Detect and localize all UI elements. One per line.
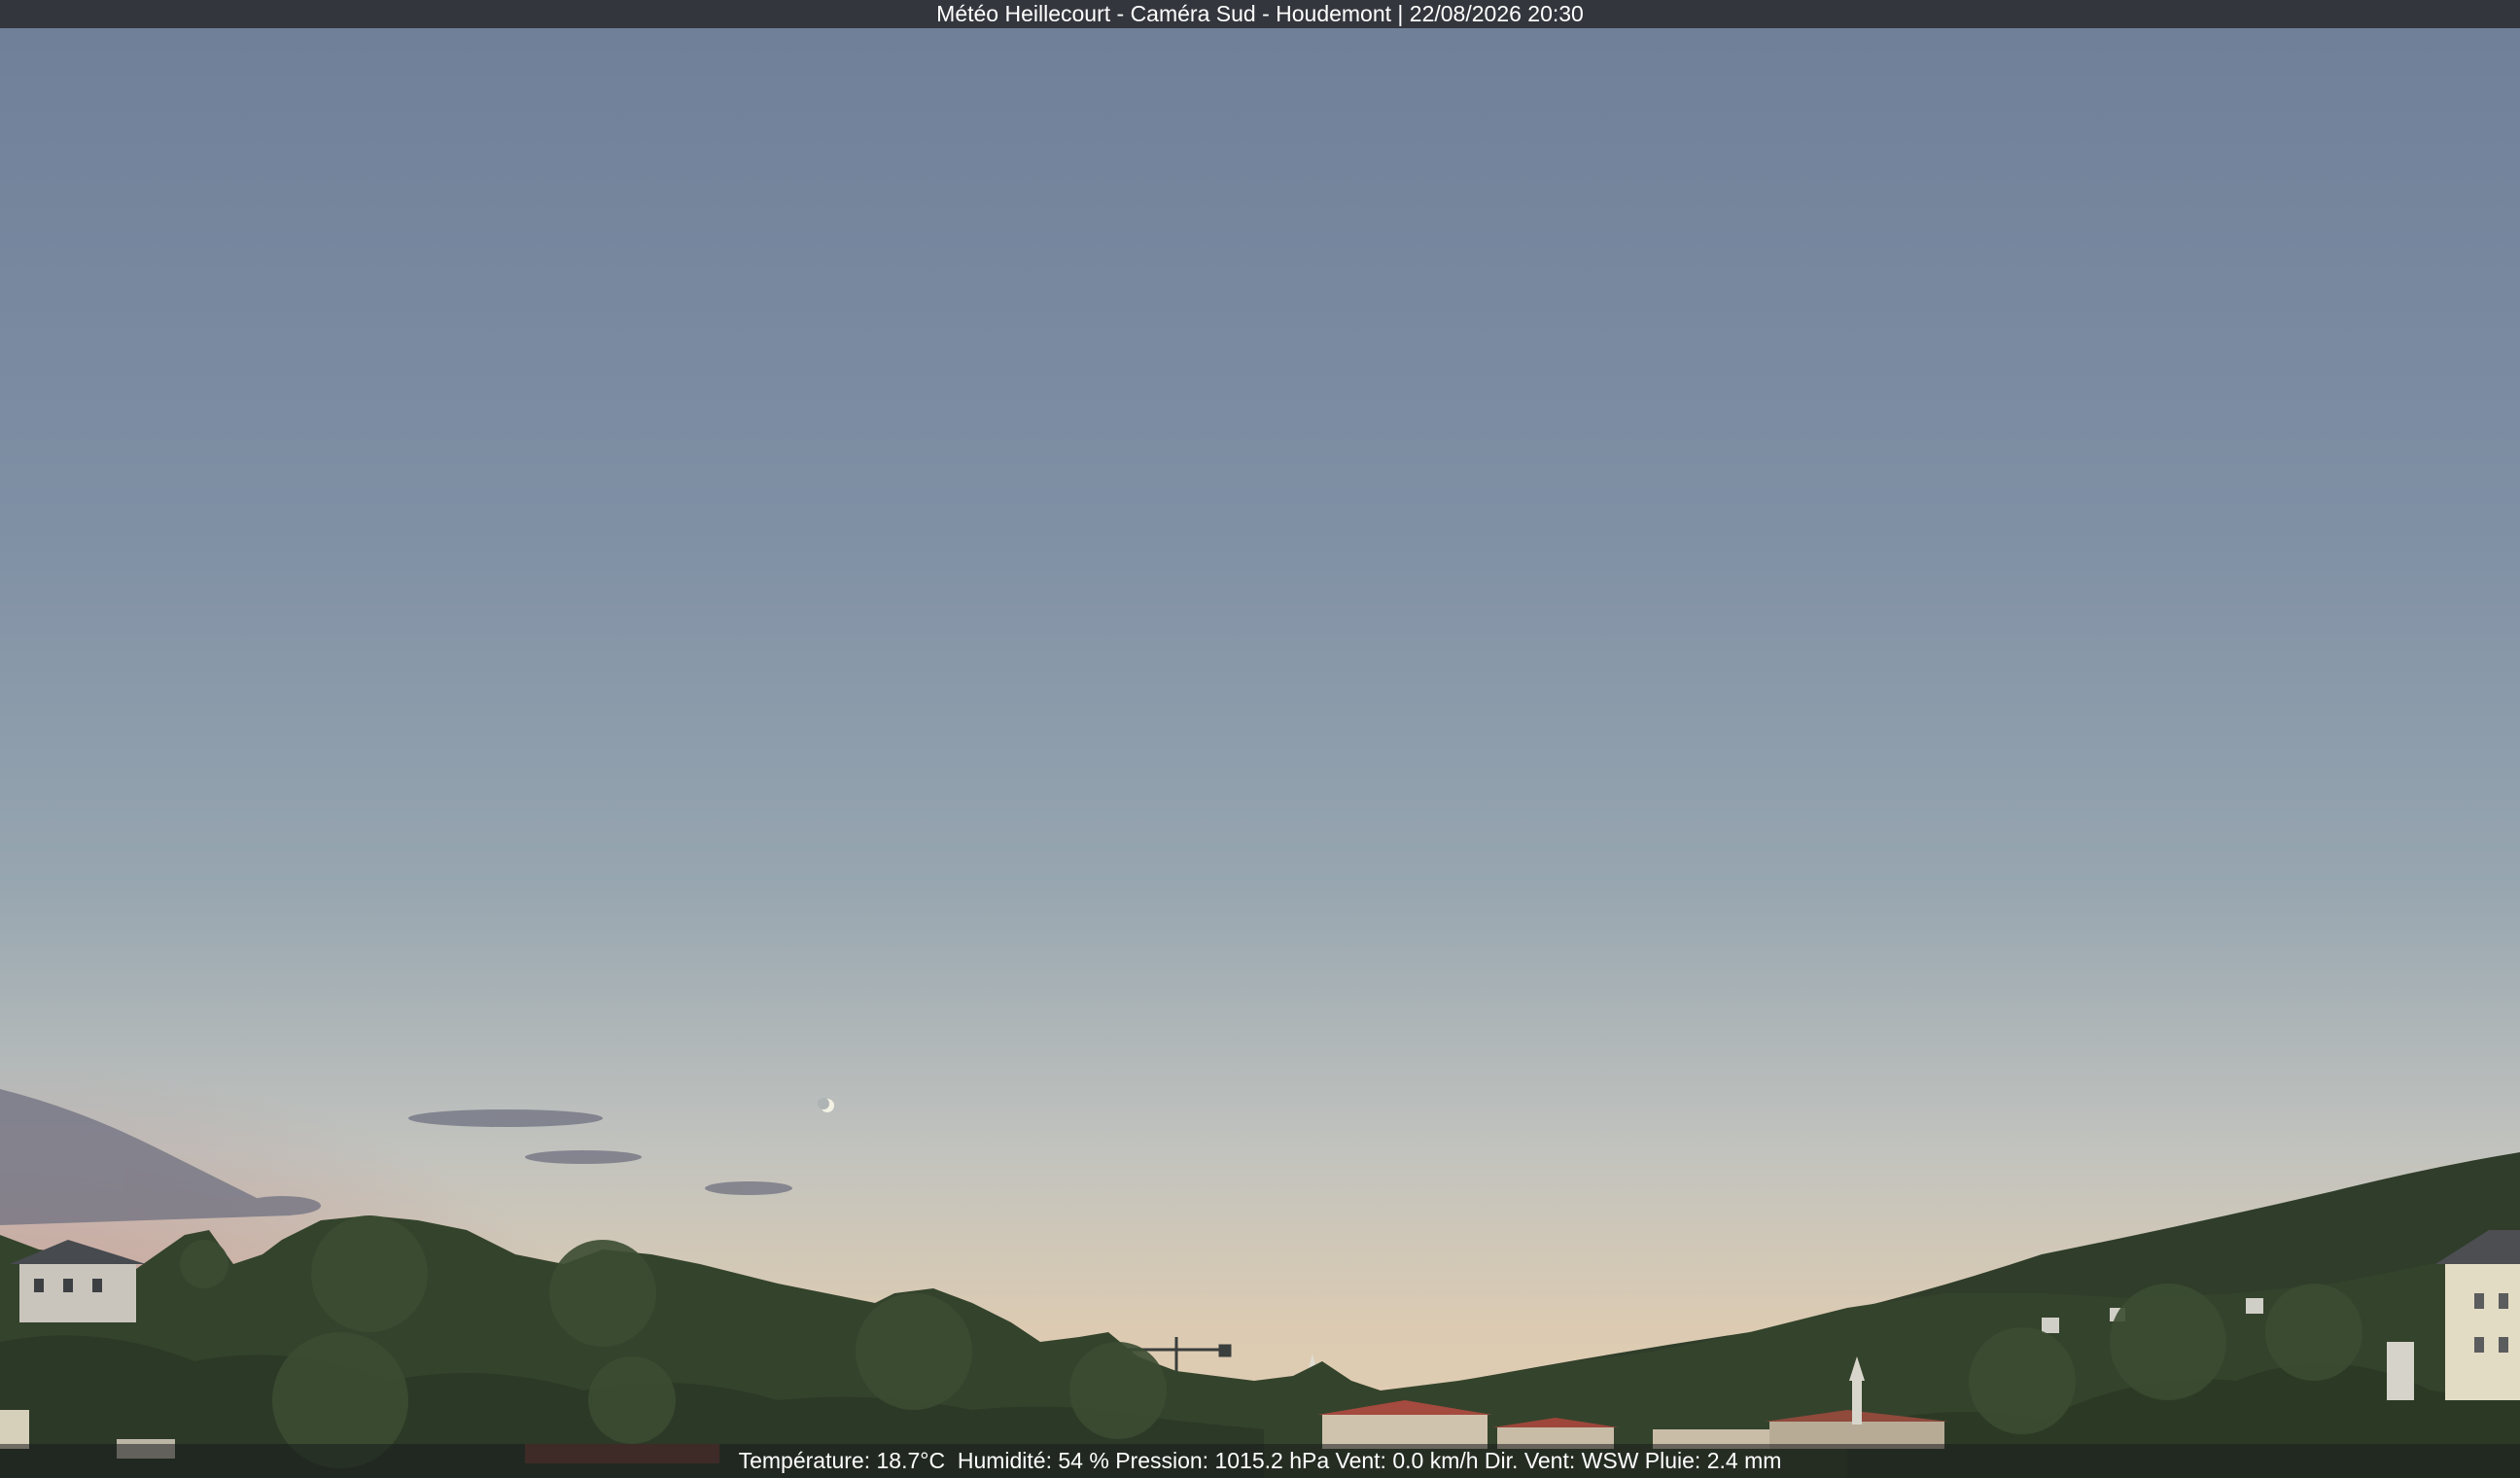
webcam-image bbox=[0, 0, 2520, 1478]
title-bar: Météo Heillecourt - Caméra Sud - Houdemo… bbox=[0, 0, 2520, 28]
weather-readout: Température: 18.7°C Humidité: 54 % Press… bbox=[0, 1444, 2520, 1478]
